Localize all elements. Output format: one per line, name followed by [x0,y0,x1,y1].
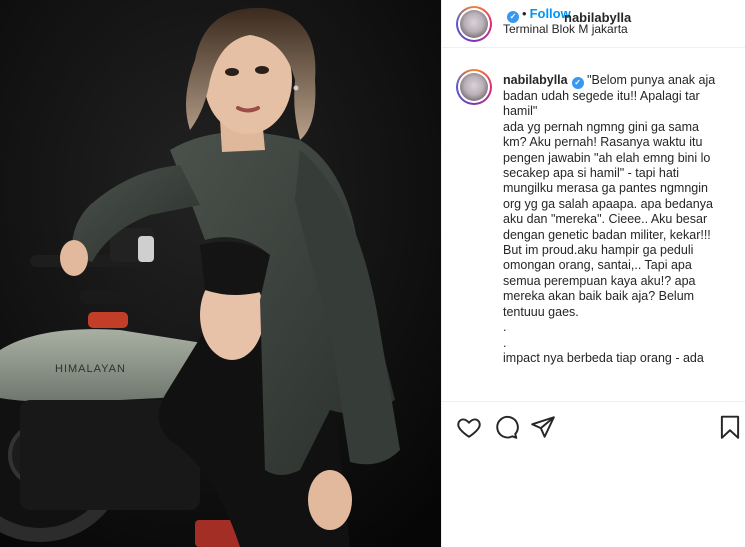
post-photo: HIMALAYAN [0,0,441,547]
heart-icon [457,418,481,438]
share-icon [531,416,555,438]
caption-verified-badge-icon: ✓ [571,77,584,89]
avatar[interactable] [456,6,492,42]
header-user-line: nabilabylla ✓ • Follow [503,5,631,25]
share-button[interactable] [530,414,556,440]
comment-icon [496,415,519,439]
bike-brand-text: HIMALAYAN [55,363,126,375]
location-link[interactable]: Terminal Blok M jakarta [503,22,628,36]
post-side-panel: nabilabylla ✓ • Follow Terminal Blok M jaka… [441,0,745,547]
caption-avatar[interactable] [456,69,492,105]
save-button[interactable] [717,414,743,440]
bookmark-icon [720,415,740,439]
caption: nabilabylla ✓ "Belom punya anak aja badan… [503,73,735,366]
caption-avatar-image [460,73,488,101]
caption-body: "Belom punya anak aja badan udah segede … [503,73,716,365]
avatar-frame [458,8,490,40]
like-button[interactable] [456,414,482,440]
comment-button[interactable] [493,414,519,440]
caption-avatar-frame [458,71,490,103]
action-bar [442,401,745,449]
caption-username-link[interactable]: nabilabylla [503,73,568,87]
comments-scroll-area[interactable]: nabilabylla ✓ "Belom punya anak aja badan… [442,49,745,401]
post-header: nabilabylla ✓ • Follow Terminal Blok M jaka… [442,0,745,48]
avatar-image [460,10,488,38]
separator-dot: • [522,6,527,21]
photo-illustration: HIMALAYAN [0,0,441,547]
